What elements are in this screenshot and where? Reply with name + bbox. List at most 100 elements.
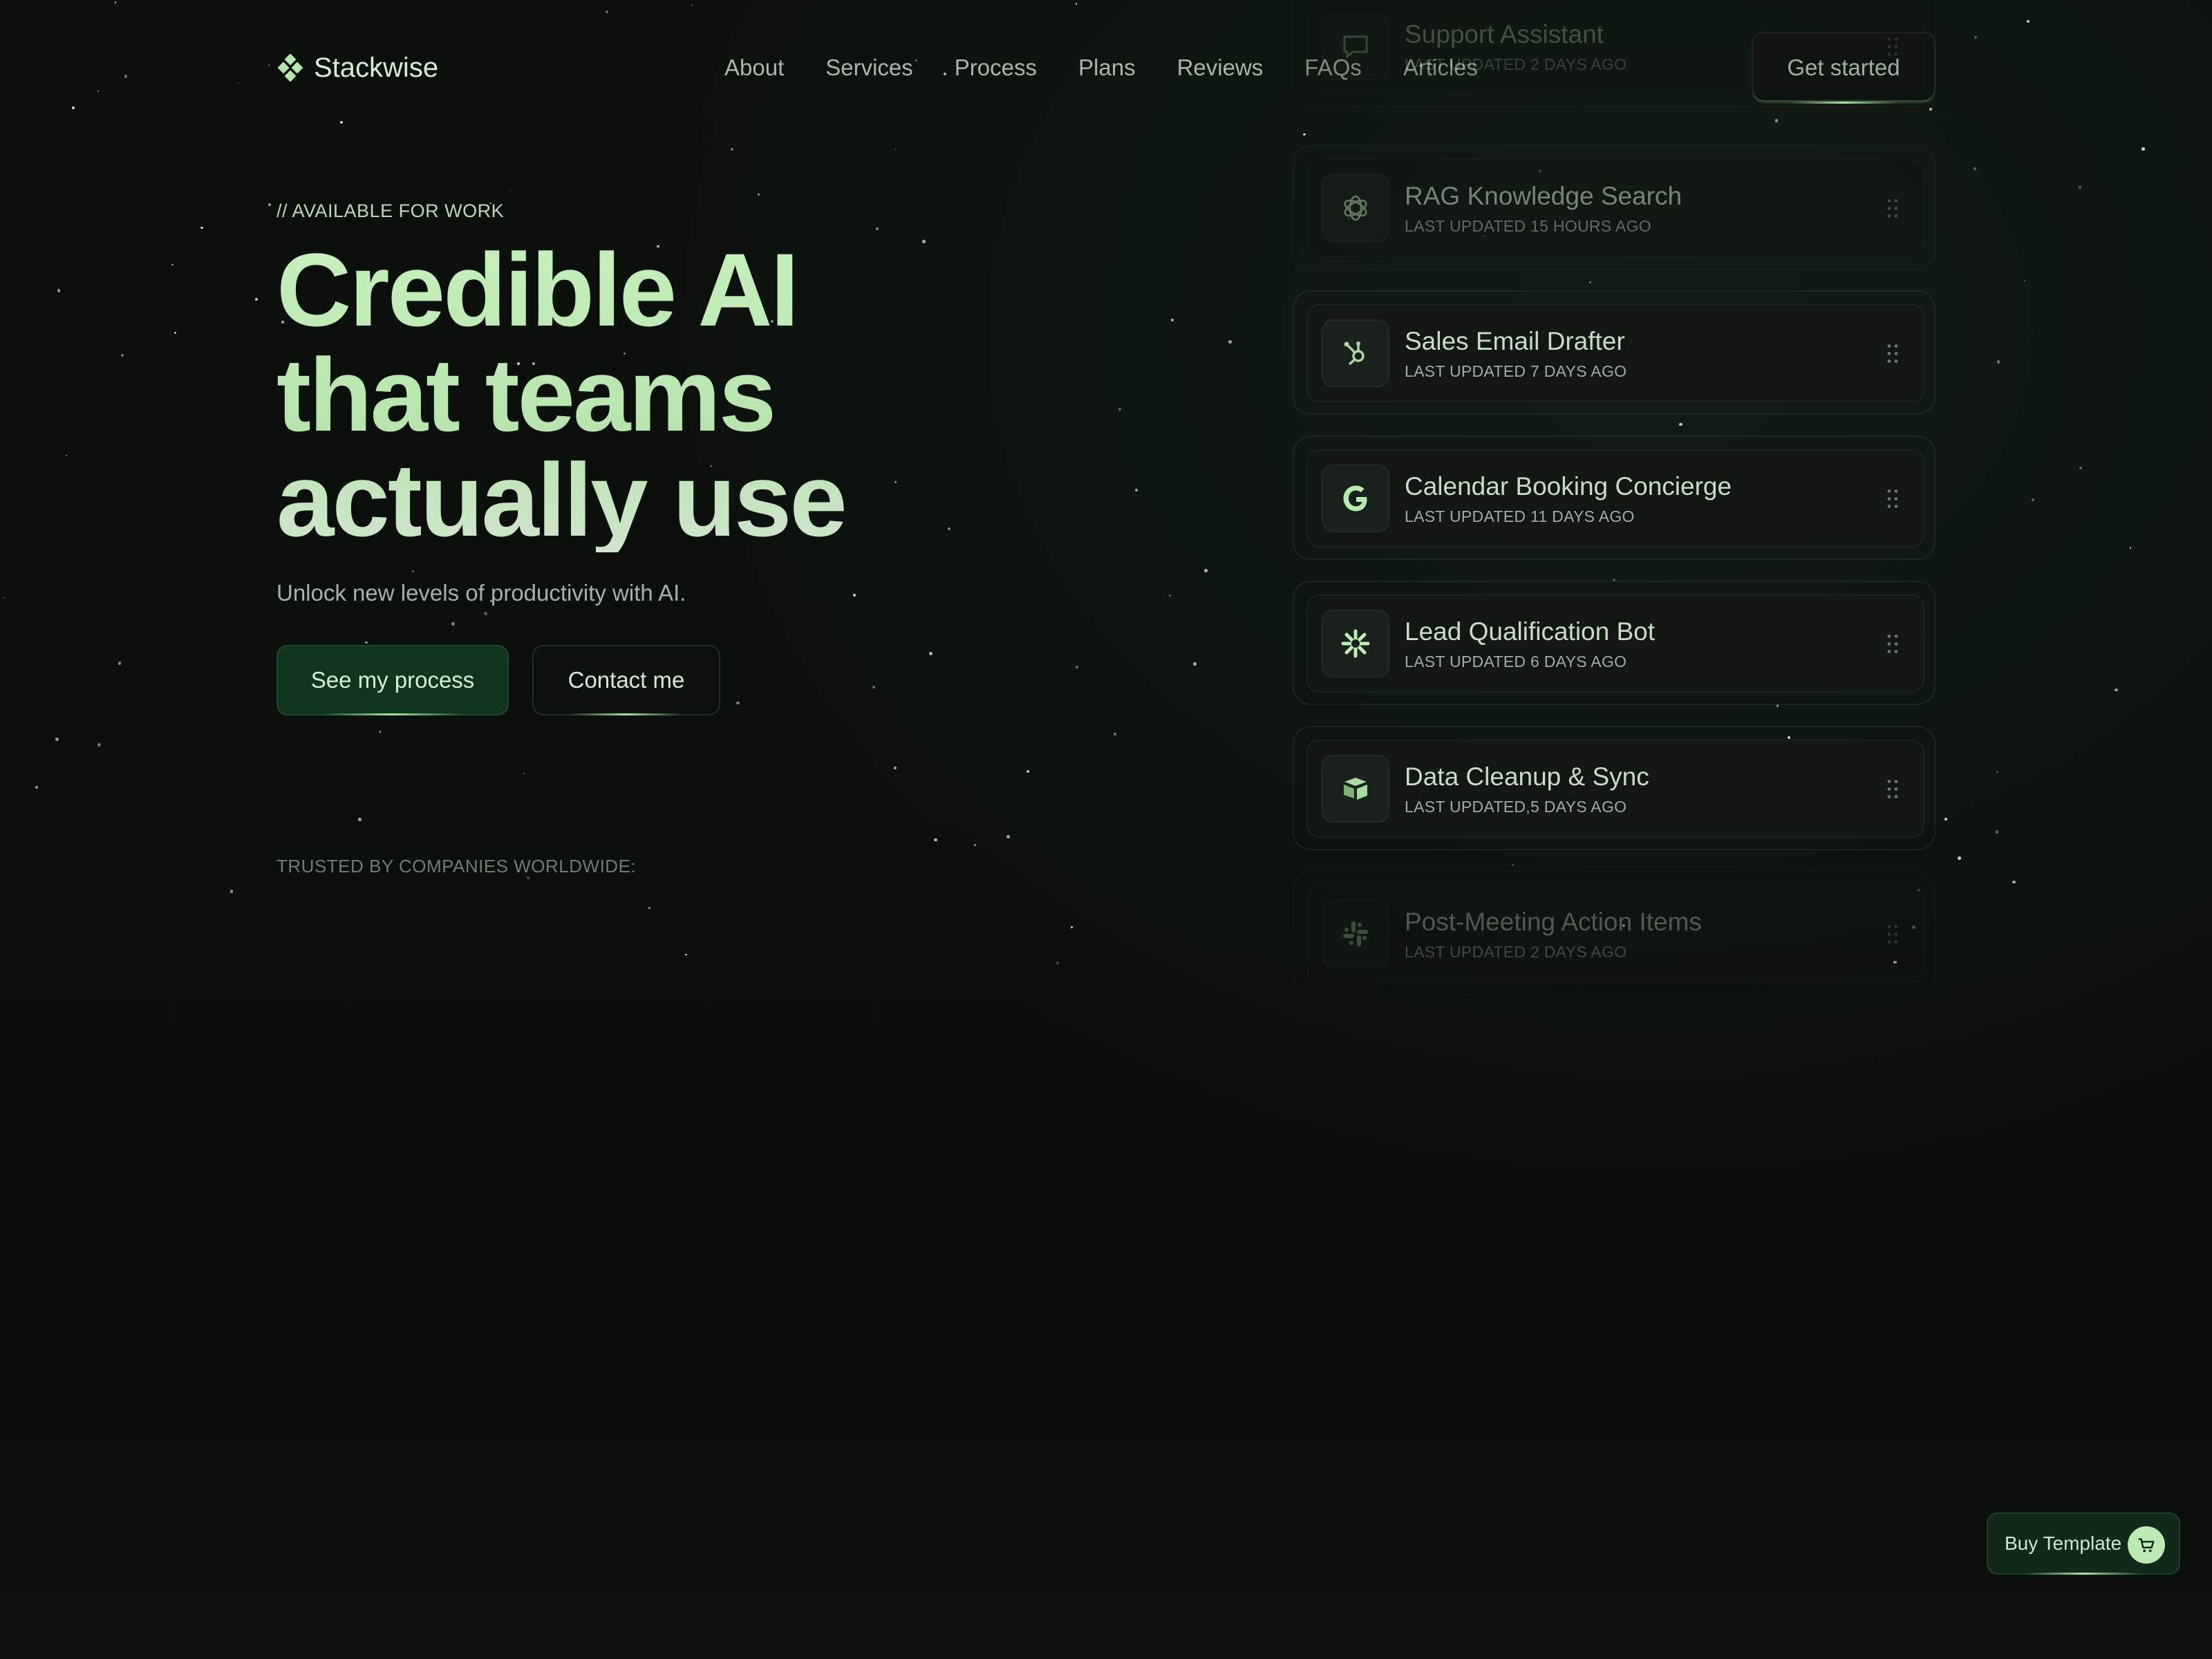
star-dot bbox=[691, 3, 694, 7]
star-dot bbox=[1204, 569, 1208, 573]
star-dot bbox=[1974, 167, 1977, 171]
openai-icon bbox=[1322, 174, 1389, 242]
star-dot bbox=[2129, 547, 2132, 549]
automation-card[interactable]: Data Cleanup & Sync LAST UPDATED,5 DAYS … bbox=[1293, 726, 1936, 850]
star-dot bbox=[1958, 856, 1961, 860]
card-updated: LAST UPDATED 2 DAYS AGO bbox=[1405, 55, 1627, 73]
star-dot bbox=[1996, 360, 2000, 364]
card-updated: LAST UPDATED 2 DAYS AGO bbox=[1405, 942, 1627, 961]
star-dot bbox=[118, 662, 122, 665]
star-dot bbox=[65, 454, 68, 457]
star-dot bbox=[97, 743, 101, 747]
star-dot bbox=[254, 297, 259, 301]
star-dot bbox=[1070, 926, 1074, 929]
star-dot bbox=[2141, 147, 2145, 151]
card-updated: LAST UPDATED 6 DAYS AGO bbox=[1405, 652, 1627, 671]
automation-card-inner: Calendar Booking Concierge LAST UPDATED … bbox=[1306, 449, 1924, 547]
star-dot bbox=[2079, 466, 2082, 470]
star-dot bbox=[229, 890, 234, 893]
star-dot bbox=[171, 263, 174, 266]
drag-handle-icon[interactable] bbox=[1886, 35, 1900, 57]
contact-me-button[interactable]: Contact me bbox=[532, 645, 720, 715]
star-dot bbox=[1056, 962, 1060, 964]
card-updated: LAST UPDATED,5 DAYS AGO bbox=[1405, 797, 1627, 816]
automation-card-inner: Post-Meeting Action Items LAST UPDATED 2… bbox=[1306, 885, 1924, 983]
star-dot bbox=[97, 90, 100, 93]
automation-card[interactable]: Calendar Booking Concierge LAST UPDATED … bbox=[1293, 435, 1936, 560]
automation-card[interactable]: Post-Meeting Action Items LAST UPDATED 2… bbox=[1293, 871, 1936, 995]
hero-buttons: See my process Contact me bbox=[276, 645, 1175, 715]
star-dot bbox=[605, 10, 609, 13]
star-dot bbox=[730, 147, 734, 151]
automation-card-inner: Data Cleanup & Sync LAST UPDATED,5 DAYS … bbox=[1306, 740, 1924, 838]
hero-section: // AVAILABLE FOR WORK Credible AI that t… bbox=[276, 200, 1175, 715]
automation-card[interactable]: Support Assistant LAST UPDATED 2 DAYS AG… bbox=[1293, 0, 1936, 108]
trusted-by-label: TRUSTED BY COMPANIES WORLDWIDE: bbox=[276, 856, 637, 877]
automation-card[interactable]: Sales Email Drafter LAST UPDATED 7 DAYS … bbox=[1293, 290, 1936, 415]
availability-eyebrow: // AVAILABLE FOR WORK bbox=[276, 200, 505, 221]
nav-link-services[interactable]: Services bbox=[825, 55, 913, 81]
brand-logo[interactable]: Stackwise bbox=[276, 53, 438, 84]
star-dot bbox=[1026, 770, 1030, 774]
drag-handle-icon[interactable] bbox=[1886, 197, 1900, 219]
star-dot bbox=[114, 1, 117, 3]
star-dot bbox=[174, 331, 176, 334]
button-glow bbox=[570, 713, 682, 715]
automation-card-list: Support Assistant LAST UPDATED 2 DAYS AG… bbox=[1293, 0, 1936, 995]
slack-icon bbox=[1322, 900, 1389, 968]
star-dot bbox=[1996, 771, 1999, 774]
star-dot bbox=[358, 818, 362, 822]
automation-card[interactable]: RAG Knowledge Search LAST UPDATED 15 HOU… bbox=[1293, 145, 1936, 270]
star-dot bbox=[379, 731, 382, 733]
contact-me-label: Contact me bbox=[568, 667, 685, 693]
nav-link-process[interactable]: Process bbox=[955, 55, 1037, 81]
automation-card-inner: Lead Qualification Bot LAST UPDATED 6 DA… bbox=[1306, 594, 1924, 693]
drag-handle-icon[interactable] bbox=[1886, 342, 1900, 364]
drag-handle-icon[interactable] bbox=[1886, 632, 1900, 655]
star-dot bbox=[2032, 498, 2035, 501]
nav-link-about[interactable]: About bbox=[724, 55, 784, 81]
nav-link-reviews[interactable]: Reviews bbox=[1177, 55, 1264, 81]
star-dot bbox=[57, 289, 60, 292]
hero-headline: Credible AI that teams actually use bbox=[276, 237, 1175, 552]
card-text: RAG Knowledge Search LAST UPDATED 15 HOU… bbox=[1405, 181, 1682, 236]
star-dot bbox=[200, 226, 203, 229]
card-title: RAG Knowledge Search bbox=[1405, 181, 1683, 210]
buy-template-label: Buy Template bbox=[2005, 1533, 2122, 1554]
star-dot bbox=[72, 106, 75, 109]
card-title: Data Cleanup & Sync bbox=[1405, 762, 1649, 791]
star-dot bbox=[509, 189, 512, 191]
star-dot bbox=[120, 353, 124, 357]
star-dot bbox=[1075, 3, 1078, 5]
hubspot-icon bbox=[1322, 319, 1389, 387]
buy-template-button[interactable]: Buy Template bbox=[1987, 1512, 2180, 1575]
star-dot bbox=[1944, 818, 1947, 821]
button-glow bbox=[2026, 1573, 2141, 1575]
star-dot bbox=[2027, 20, 2030, 24]
star-dot bbox=[894, 149, 896, 151]
card-title: Sales Email Drafter bbox=[1405, 326, 1625, 355]
chat-icon bbox=[1322, 12, 1389, 80]
button-glow bbox=[324, 713, 462, 715]
card-text: Sales Email Drafter LAST UPDATED 7 DAYS … bbox=[1405, 326, 1627, 381]
asterisk-icon bbox=[1322, 610, 1389, 677]
nav-link-plans[interactable]: Plans bbox=[1078, 55, 1136, 81]
star-dot bbox=[268, 203, 271, 206]
headline-line-2: that teams bbox=[276, 337, 775, 453]
star-dot bbox=[2115, 688, 2118, 692]
drag-handle-icon[interactable] bbox=[1886, 778, 1900, 800]
star-dot bbox=[1974, 35, 1978, 39]
star-dot bbox=[1006, 835, 1010, 838]
drag-handle-icon[interactable] bbox=[1886, 487, 1900, 509]
card-title: Lead Qualification Bot bbox=[1405, 617, 1656, 646]
automation-card-inner: Support Assistant LAST UPDATED 2 DAYS AG… bbox=[1306, 0, 1924, 95]
star-dot bbox=[757, 194, 760, 196]
star-dot bbox=[934, 838, 937, 842]
automation-card[interactable]: Lead Qualification Bot LAST UPDATED 6 DA… bbox=[1293, 581, 1936, 705]
card-text: Data Cleanup & Sync LAST UPDATED,5 DAYS … bbox=[1405, 762, 1649, 816]
card-title: Post-Meeting Action Items bbox=[1405, 907, 1702, 936]
see-my-process-button[interactable]: See my process bbox=[276, 645, 509, 715]
drag-handle-icon[interactable] bbox=[1886, 923, 1900, 945]
card-title: Support Assistant bbox=[1405, 19, 1604, 48]
star-dot bbox=[973, 843, 977, 847]
